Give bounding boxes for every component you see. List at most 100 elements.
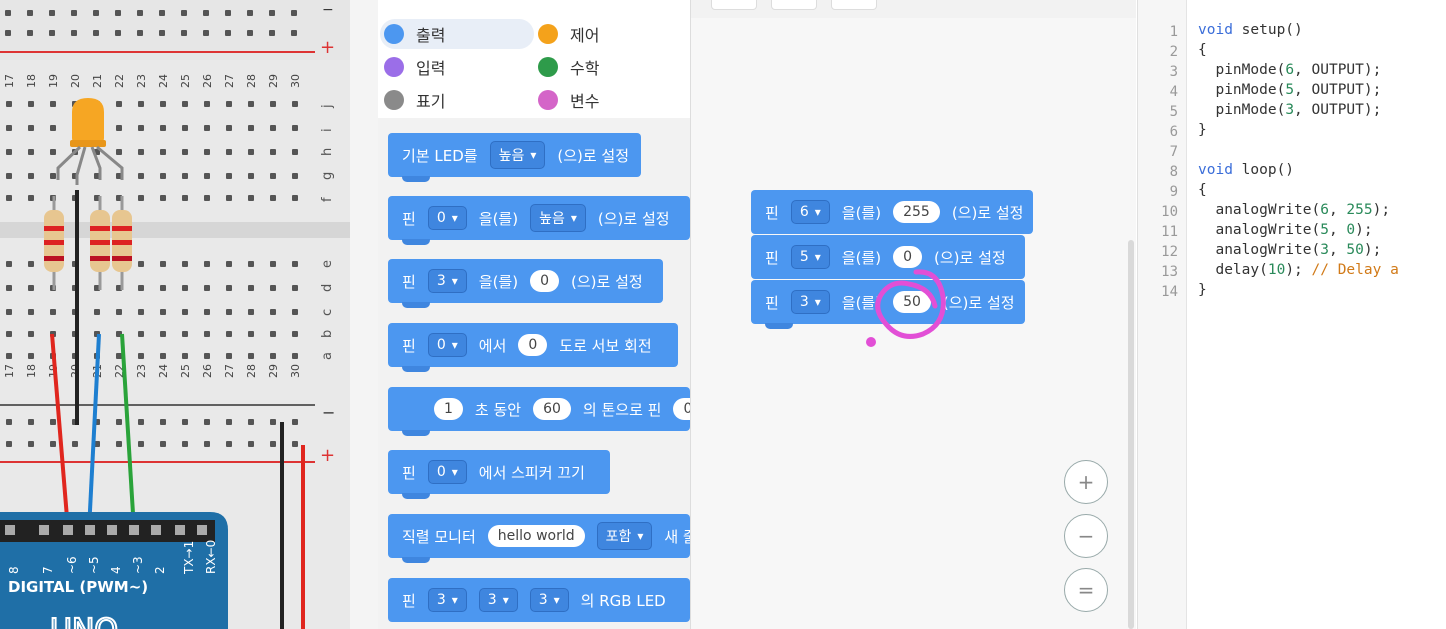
breadboard-hole[interactable] bbox=[50, 309, 56, 315]
breadboard-hole[interactable] bbox=[270, 125, 276, 131]
breadboard-hole[interactable] bbox=[270, 331, 276, 337]
code-line[interactable]: delay(10); // Delay a bbox=[1198, 262, 1398, 278]
breadboard-hole[interactable] bbox=[160, 353, 166, 359]
wire-blue-pin5[interactable] bbox=[87, 333, 101, 531]
breadboard-hole[interactable] bbox=[6, 195, 12, 201]
angle-input[interactable]: 0 bbox=[518, 334, 548, 356]
rail-hole[interactable] bbox=[138, 441, 144, 447]
breadboard-hole[interactable] bbox=[226, 353, 232, 359]
breadboard-hole[interactable] bbox=[28, 309, 34, 315]
code-editor[interactable]: 1 2 3 4 5 6 7 8 9 10 11 12 13 14 void setup(){ pinMod… bbox=[1137, 0, 1446, 629]
level-dropdown[interactable]: 높음 bbox=[530, 204, 586, 232]
rail-hole[interactable] bbox=[248, 441, 254, 447]
rail-hole[interactable] bbox=[226, 419, 232, 425]
header-pin[interactable] bbox=[39, 525, 49, 535]
palette-block-digital-write[interactable]: 핀 0 을(를) 높음 (으)로 설정 bbox=[388, 196, 690, 245]
breadboard-hole[interactable] bbox=[6, 353, 12, 359]
breadboard-hole[interactable] bbox=[226, 309, 232, 315]
breadboard-hole[interactable] bbox=[182, 173, 188, 179]
breadboard-hole[interactable] bbox=[248, 149, 254, 155]
header-pin[interactable] bbox=[197, 525, 207, 535]
breadboard-hole[interactable] bbox=[182, 285, 188, 291]
palette-block-rgb-led[interactable]: 핀 3 3 3 의 RGB LED bbox=[388, 578, 690, 622]
code-line[interactable]: analogWrite(5, 0); bbox=[1198, 222, 1372, 238]
breadboard-hole[interactable] bbox=[204, 195, 210, 201]
breadboard-hole[interactable] bbox=[28, 149, 34, 155]
breadboard-hole[interactable] bbox=[50, 125, 56, 131]
breadboard-hole[interactable] bbox=[182, 261, 188, 267]
pin-dropdown-g[interactable]: 3 bbox=[478, 588, 518, 612]
rail-hole[interactable] bbox=[160, 419, 166, 425]
header-pin[interactable] bbox=[129, 525, 139, 535]
rail-hole[interactable] bbox=[204, 419, 210, 425]
breadboard-hole[interactable] bbox=[292, 125, 298, 131]
header-pin[interactable] bbox=[63, 525, 73, 535]
breadboard-hole[interactable] bbox=[160, 195, 166, 201]
pin-dropdown-r[interactable]: 3 bbox=[427, 588, 467, 612]
breadboard-hole[interactable] bbox=[270, 309, 276, 315]
resistor-3[interactable] bbox=[112, 196, 132, 290]
rail-hole[interactable] bbox=[270, 419, 276, 425]
breadboard-hole[interactable] bbox=[270, 261, 276, 267]
breadboard-hole[interactable] bbox=[292, 353, 298, 359]
breadboard-hole[interactable] bbox=[138, 309, 144, 315]
palette-block-serial-monitor[interactable]: 직렬 모니터 hello world 포함 새 줄 bbox=[388, 514, 690, 563]
breadboard-hole[interactable] bbox=[226, 261, 232, 267]
breadboard-hole[interactable] bbox=[160, 149, 166, 155]
rail-hole[interactable] bbox=[6, 419, 12, 425]
palette-block-tone[interactable]: 1 초 동안 60 의 톤으로 핀 0 bbox=[388, 387, 690, 436]
pin-dropdown[interactable]: 5 bbox=[790, 245, 830, 269]
pin-dropdown[interactable]: 3 bbox=[790, 290, 830, 314]
topbar-tab[interactable] bbox=[711, 0, 757, 10]
breadboard-hole[interactable] bbox=[292, 149, 298, 155]
breadboard-hole[interactable] bbox=[116, 125, 122, 131]
breadboard-hole[interactable] bbox=[204, 331, 210, 337]
workspace-scrollbar[interactable] bbox=[1128, 240, 1134, 629]
breadboard-hole[interactable] bbox=[138, 285, 144, 291]
code-line[interactable]: analogWrite(6, 255); bbox=[1198, 202, 1390, 218]
topbar-tab[interactable] bbox=[831, 0, 877, 10]
header-pin[interactable] bbox=[175, 525, 185, 535]
breadboard-hole[interactable] bbox=[6, 285, 12, 291]
breadboard-hole[interactable] bbox=[160, 285, 166, 291]
breadboard-hole[interactable] bbox=[116, 353, 122, 359]
palette-block-analog-write[interactable]: 핀 3 을(를) 0 (으)로 설정 bbox=[388, 259, 663, 308]
breadboard-hole[interactable] bbox=[138, 331, 144, 337]
code-line[interactable]: analogWrite(3, 50); bbox=[1198, 242, 1381, 258]
breadboard-hole[interactable] bbox=[292, 285, 298, 291]
breadboard-hole[interactable] bbox=[204, 125, 210, 131]
breadboard-hole[interactable] bbox=[6, 331, 12, 337]
breadboard-hole[interactable] bbox=[6, 173, 12, 179]
breadboard-hole[interactable] bbox=[248, 125, 254, 131]
breadboard-hole[interactable] bbox=[116, 309, 122, 315]
breadboard-hole[interactable] bbox=[138, 149, 144, 155]
breadboard-hole[interactable] bbox=[204, 309, 210, 315]
breadboard-hole[interactable] bbox=[138, 353, 144, 359]
breadboard-hole[interactable] bbox=[292, 195, 298, 201]
zoom-reset-button[interactable]: = bbox=[1064, 568, 1108, 612]
code-line[interactable]: pinMode(3, OUTPUT); bbox=[1198, 102, 1381, 118]
breadboard-hole[interactable] bbox=[138, 125, 144, 131]
text-input[interactable]: hello world bbox=[487, 525, 585, 547]
breadboard-hole[interactable] bbox=[226, 173, 232, 179]
code-line[interactable]: { bbox=[1198, 182, 1207, 198]
rail-hole[interactable] bbox=[248, 419, 254, 425]
breadboard-hole[interactable] bbox=[116, 101, 122, 107]
pin-dropdown[interactable]: 0 bbox=[427, 460, 467, 484]
breadboard-hole[interactable] bbox=[50, 173, 56, 179]
block-palette[interactable]: 출력 제어 입력 수학 표기 변수 기본 LED를 높음 (으)로 설정 핀 bbox=[378, 0, 691, 629]
palette-block-servo[interactable]: 핀 0 에서 0 도로 서보 회전 bbox=[388, 323, 678, 372]
breadboard-hole[interactable] bbox=[204, 173, 210, 179]
header-pin[interactable] bbox=[85, 525, 95, 535]
breadboard-hole[interactable] bbox=[6, 309, 12, 315]
rail-hole[interactable] bbox=[292, 441, 298, 447]
code-line[interactable]: } bbox=[1198, 282, 1207, 298]
zoom-out-button[interactable]: − bbox=[1064, 514, 1108, 558]
breadboard-hole[interactable] bbox=[28, 261, 34, 267]
rail-hole[interactable] bbox=[116, 441, 122, 447]
breadboard-hole[interactable] bbox=[226, 101, 232, 107]
category-variables[interactable]: 변수 bbox=[538, 85, 599, 115]
breadboard-hole[interactable] bbox=[138, 195, 144, 201]
code-line[interactable]: void setup() bbox=[1198, 22, 1303, 38]
breadboard-hole[interactable] bbox=[28, 173, 34, 179]
